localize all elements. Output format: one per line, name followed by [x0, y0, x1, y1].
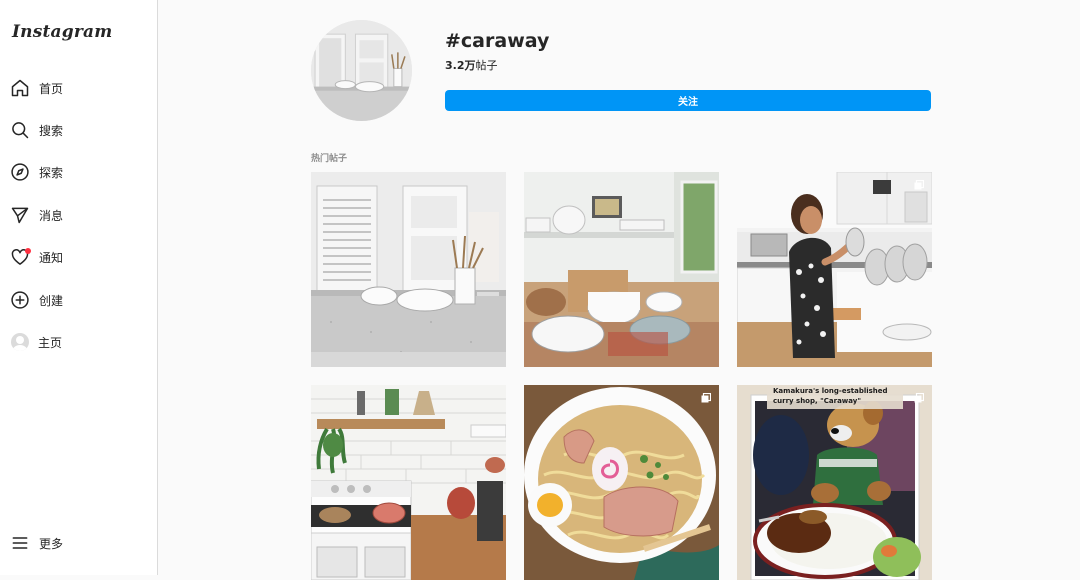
- multi-post-icon: [914, 393, 924, 403]
- nav-more-label: 更多: [39, 536, 64, 551]
- post-tile-woman-kitchen[interactable]: [737, 172, 932, 367]
- hashtag-title: #caraway: [445, 30, 550, 52]
- post-count-number: 3.2万: [445, 59, 476, 72]
- heart-icon: [10, 247, 31, 267]
- menu-icon: [10, 533, 30, 553]
- post-image: [311, 385, 506, 580]
- compass-icon: [10, 162, 30, 182]
- search-icon: [10, 120, 30, 140]
- post-tile-open-shelf[interactable]: [524, 172, 719, 367]
- plus-square-icon: [10, 290, 30, 310]
- post-image: Kamakura's long-established curry shop, …: [737, 385, 932, 580]
- nav-create[interactable]: 创建: [10, 286, 63, 314]
- nav-profile[interactable]: 主页: [10, 328, 62, 356]
- nav-profile-label: 主页: [38, 335, 63, 350]
- notification-dot: [25, 248, 31, 254]
- post-tile-stove[interactable]: [311, 385, 506, 580]
- nav-notifications[interactable]: 通知: [10, 243, 63, 271]
- instagram-logo[interactable]: Instagram: [12, 22, 112, 42]
- post-image: [311, 172, 506, 367]
- nav-messages[interactable]: 消息: [10, 201, 63, 229]
- main-content: #caraway 3.2万帖子 关注 热门帖子 Kamakura's long-…: [159, 0, 1080, 580]
- nav-messages-label: 消息: [39, 208, 64, 223]
- post-image: [524, 385, 719, 580]
- post-tile-curry-shop[interactable]: Kamakura's long-established curry shop, …: [737, 385, 932, 580]
- overlay-caption-line1: Kamakura's long-established: [773, 387, 888, 395]
- post-count-suffix: 帖子: [475, 59, 498, 72]
- nav-search-label: 搜索: [39, 123, 64, 138]
- home-icon: [10, 78, 30, 98]
- nav-explore[interactable]: 探索: [10, 158, 63, 186]
- hashtag-avatar: [311, 20, 412, 121]
- sidebar: Instagram 首页 搜索 探索 消息 通知 创建 主页 更多: [0, 0, 158, 575]
- multi-post-icon: [914, 180, 924, 190]
- nav-notifications-label: 通知: [39, 250, 64, 265]
- post-tile-ramen[interactable]: [524, 385, 719, 580]
- nav-more[interactable]: 更多: [10, 529, 63, 557]
- post-count: 3.2万帖子: [445, 57, 498, 73]
- nav-home-label: 首页: [39, 81, 64, 96]
- multi-post-icon: [701, 393, 711, 403]
- follow-button[interactable]: 关注: [445, 90, 931, 111]
- send-icon: [10, 205, 30, 225]
- top-posts-heading: 热门帖子: [311, 154, 348, 164]
- post-image: [524, 172, 719, 367]
- nav-explore-label: 探索: [39, 165, 64, 180]
- nav-home[interactable]: 首页: [10, 74, 63, 102]
- avatar: [11, 333, 29, 351]
- overlay-caption-line2: curry shop, "Caraway": [773, 397, 861, 405]
- nav-create-label: 创建: [39, 293, 64, 308]
- post-image: [737, 172, 932, 367]
- nav-search[interactable]: 搜索: [10, 116, 63, 144]
- post-tile-kitchen-counter[interactable]: [311, 172, 506, 367]
